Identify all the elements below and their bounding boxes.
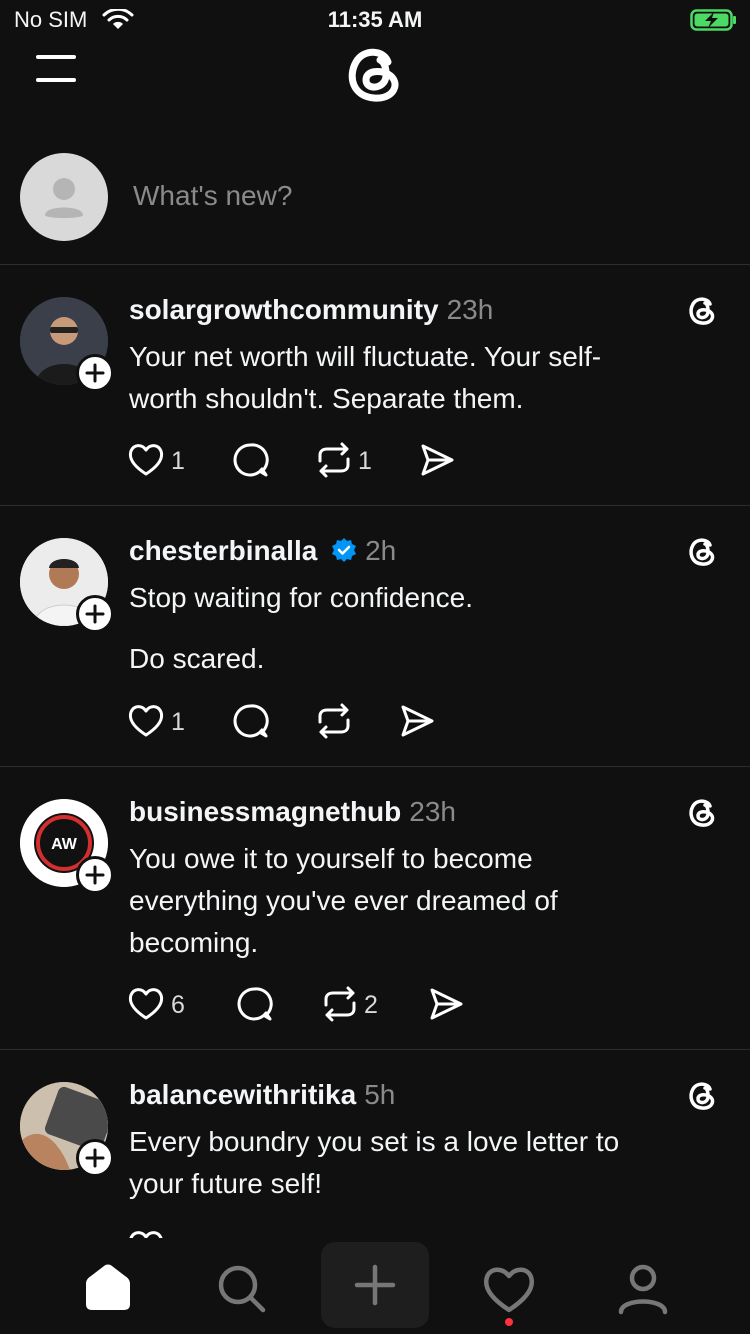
heart-icon — [128, 988, 164, 1020]
reply-button[interactable] — [231, 441, 271, 481]
post-time: 5h — [364, 1079, 396, 1110]
username[interactable]: businessmagnethub 23h — [129, 796, 456, 828]
send-icon — [401, 705, 434, 737]
like-button[interactable]: 6 — [127, 985, 197, 1025]
comment-icon — [233, 704, 269, 738]
post-text: Your net worth will fluctuate. Your self… — [129, 341, 602, 414]
post-time: 23h — [446, 294, 494, 325]
menu-icon[interactable] — [36, 52, 76, 86]
post-time: 2h — [365, 535, 397, 566]
reply-button[interactable] — [235, 985, 275, 1025]
threads-icon[interactable] — [684, 1078, 720, 1114]
like-count: 6 — [171, 991, 185, 1019]
follow-plus-button[interactable] — [76, 1139, 114, 1177]
post-text: Every boundry you set is a love letter t… — [129, 1126, 620, 1199]
reply-button[interactable] — [231, 702, 271, 742]
repost-icon — [318, 442, 350, 478]
home-icon[interactable] — [78, 1258, 138, 1318]
post[interactable]: balancewithritika 5h Every boundry you se… — [0, 1050, 750, 1240]
plus-icon — [354, 1264, 396, 1306]
repost-button[interactable]: 1 — [314, 441, 384, 481]
plus-icon — [85, 1148, 105, 1168]
battery-charging-icon — [690, 9, 736, 31]
default-avatar-icon — [45, 178, 83, 218]
follow-plus-button[interactable] — [76, 856, 114, 894]
threads-logo-icon[interactable] — [340, 40, 410, 106]
composer-input[interactable]: What's new? — [133, 180, 292, 212]
verified-badge-icon — [332, 538, 357, 562]
heart-icon[interactable] — [479, 1258, 539, 1318]
clock: 11:35 AM — [327, 7, 423, 32]
heart-icon — [128, 705, 164, 737]
like-count: 1 — [171, 708, 185, 736]
comment-icon — [233, 443, 269, 477]
threads-icon[interactable] — [684, 293, 720, 329]
username[interactable]: balancewithritika 5h — [129, 1079, 395, 1111]
username[interactable]: solargrowthcommunity 23h — [129, 294, 493, 326]
threads-icon[interactable] — [684, 534, 720, 570]
username[interactable]: chesterbinalla 2h — [129, 535, 396, 567]
post-time: 23h — [409, 796, 456, 827]
send-icon — [430, 988, 463, 1020]
repost-icon — [324, 986, 356, 1022]
share-button[interactable] — [418, 441, 458, 481]
follow-plus-button[interactable] — [76, 595, 114, 633]
status-bar: No SIM 11:35 AM — [0, 0, 750, 40]
like-count: 1 — [171, 447, 185, 475]
plus-icon — [85, 363, 105, 383]
repost-icon — [318, 703, 350, 739]
like-button[interactable]: 1 — [127, 441, 197, 481]
follow-plus-button[interactable] — [76, 354, 114, 392]
send-icon — [421, 444, 454, 476]
profile-icon[interactable] — [613, 1258, 673, 1318]
notification-dot — [505, 1318, 513, 1326]
like-button[interactable]: 1 — [127, 702, 197, 742]
comment-icon — [237, 987, 273, 1021]
compose-button[interactable] — [321, 1242, 429, 1328]
post[interactable]: chesterbinalla 2h Stop waiting for confi… — [0, 506, 750, 766]
post[interactable]: solargrowthcommunity 23h Your net worth w… — [0, 265, 750, 505]
repost-button[interactable]: 2 — [320, 985, 390, 1025]
share-button[interactable] — [398, 702, 438, 742]
threads-icon[interactable] — [684, 795, 720, 831]
post-text: You owe it to yourself to become everythi… — [129, 843, 558, 958]
share-button[interactable] — [427, 985, 467, 1025]
repost-count: 2 — [364, 991, 378, 1019]
post-text: Stop waiting for confidence. Do scared. — [129, 582, 473, 674]
heart-icon — [128, 444, 164, 476]
svg-text:AW: AW — [51, 836, 78, 853]
post[interactable]: AW businessmagnethub 23h You owe it to yo… — [0, 767, 750, 1049]
bottom-nav — [0, 1238, 750, 1334]
repost-count: 1 — [358, 447, 372, 475]
my-avatar[interactable] — [20, 153, 108, 241]
plus-icon — [85, 604, 105, 624]
repost-button[interactable] — [314, 702, 354, 742]
plus-icon — [85, 865, 105, 885]
search-icon[interactable] — [211, 1258, 271, 1318]
